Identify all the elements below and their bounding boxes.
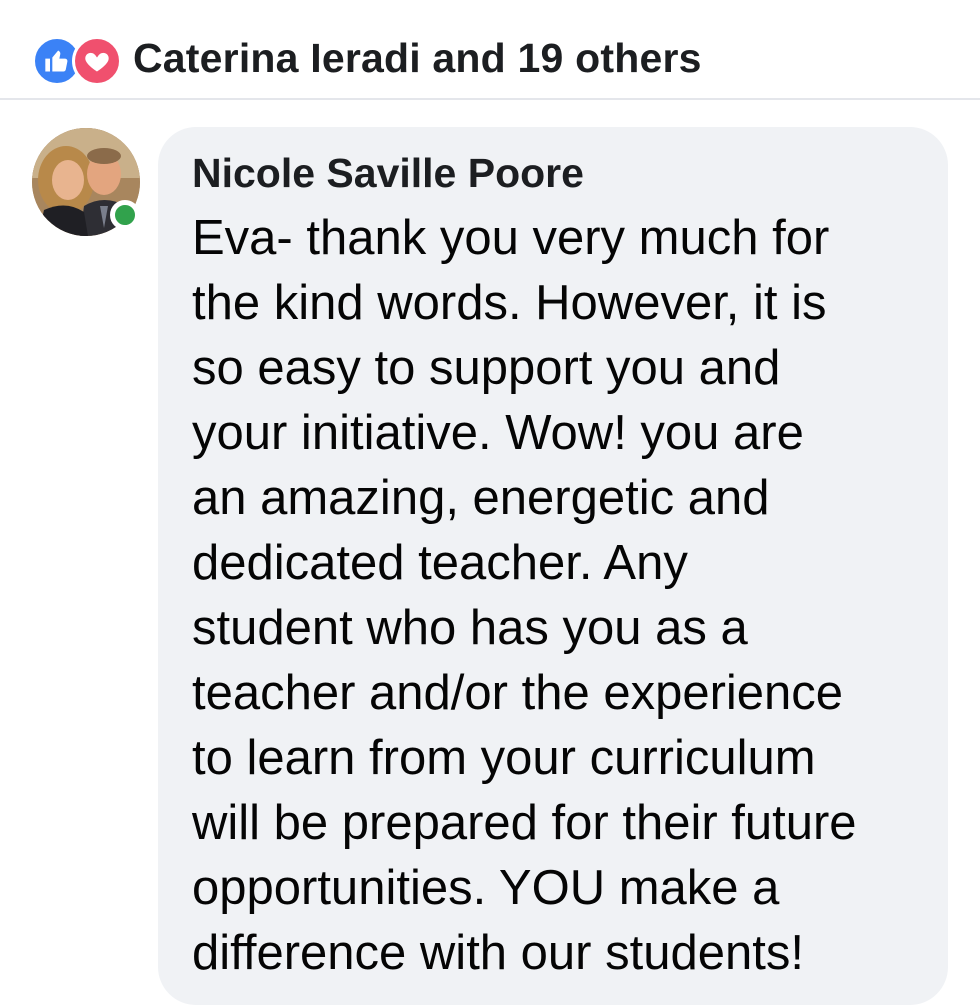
love-icon [72, 36, 122, 86]
comment-author-name[interactable]: Nicole Saville Poore [192, 147, 918, 199]
reaction-icons [32, 36, 122, 86]
reactions-summary[interactable]: Caterina Ieradi and 19 others [0, 0, 980, 100]
online-status-indicator [110, 200, 140, 230]
comment-text: Eva- thank you very much for the kind wo… [192, 211, 857, 980]
reactions-summary-text[interactable]: Caterina Ieradi and 19 others [133, 32, 702, 84]
comment-bubble: Nicole Saville Poore Eva- thank you very… [158, 127, 948, 1005]
